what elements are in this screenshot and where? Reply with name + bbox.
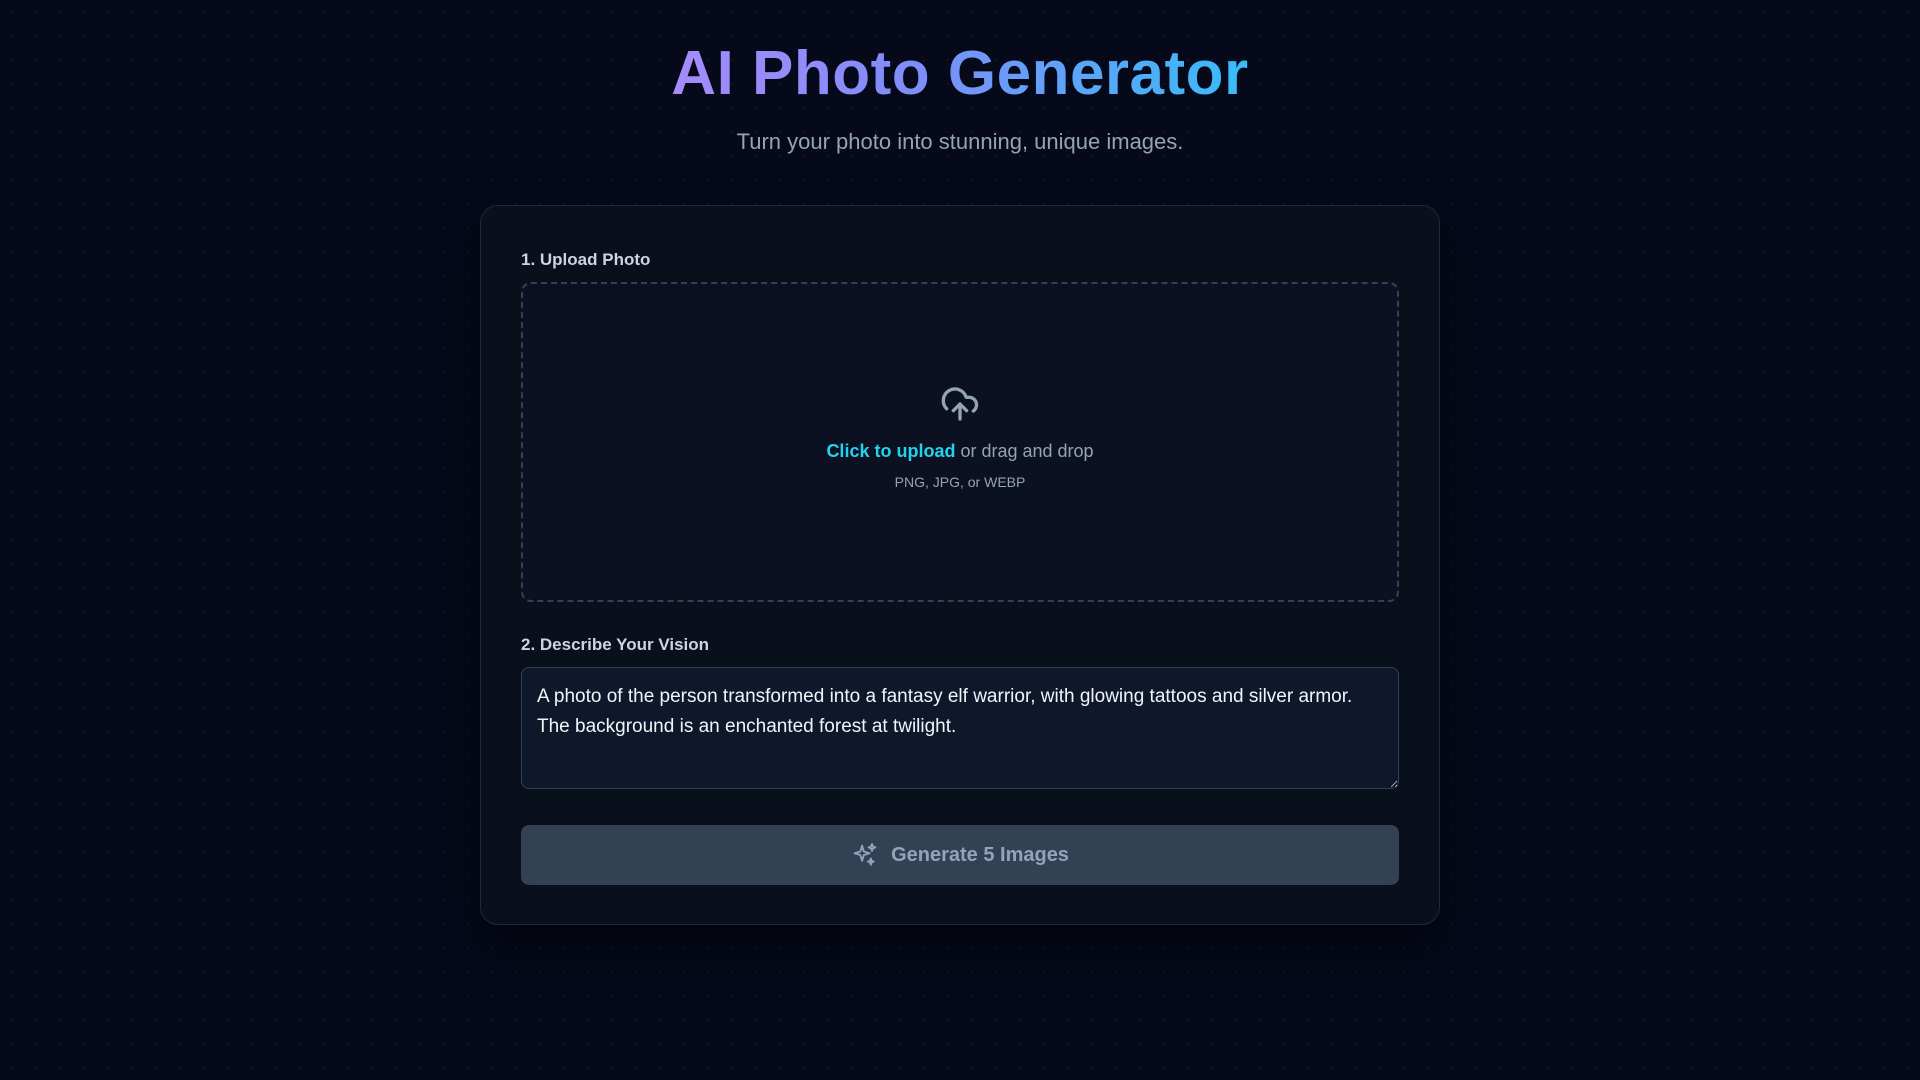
page-title: AI Photo Generator [671, 36, 1248, 112]
generate-images-button[interactable]: Generate 5 Images [521, 825, 1399, 885]
vision-prompt-textarea[interactable]: A photo of the person transformed into a… [521, 667, 1399, 789]
drag-drop-text: or drag and drop [955, 441, 1094, 461]
click-to-upload-link[interactable]: Click to upload [826, 441, 955, 461]
generator-card: 1. Upload Photo Click to upload or drag … [480, 205, 1440, 925]
upload-section-label: 1. Upload Photo [521, 250, 651, 269]
sparkles-icon [851, 841, 879, 869]
cloud-upload-icon [938, 384, 982, 424]
vision-section-label: 2. Describe Your Vision [521, 635, 710, 654]
page-subtitle: Turn your photo into stunning, unique im… [736, 129, 1184, 154]
generate-button-label: Generate 5 Images [891, 843, 1069, 866]
file-types-hint: PNG, JPG, or WEBP [894, 474, 1026, 490]
dropzone-instructions: Click to upload or drag and drop [523, 441, 1397, 462]
upload-dropzone[interactable]: Click to upload or drag and drop PNG, JP… [521, 282, 1399, 602]
dropzone-content: Click to upload or drag and drop PNG, JP… [523, 384, 1397, 490]
page-header: AI Photo Generator Turn your photo into … [0, 36, 1920, 156]
